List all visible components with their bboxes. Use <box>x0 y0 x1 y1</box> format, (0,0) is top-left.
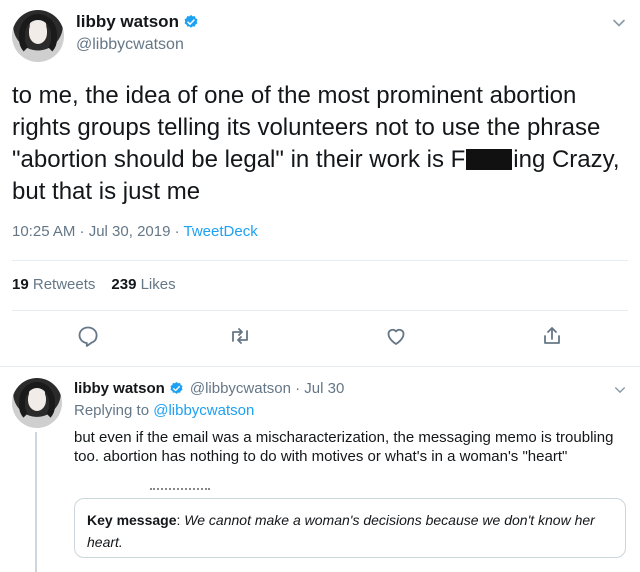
heart-icon[interactable] <box>384 324 408 348</box>
verified-badge-icon <box>170 381 183 394</box>
reply-text: but even if the email was a mischaracter… <box>74 429 614 465</box>
divider <box>12 310 628 311</box>
replying-to: Replying to @libbycwatson <box>74 402 255 419</box>
likes-stat[interactable]: 239 Likes <box>111 276 175 293</box>
thread-line <box>35 432 37 572</box>
quoted-image[interactable]: Key message: We cannot make a woman's de… <box>74 498 626 558</box>
share-icon[interactable] <box>540 324 564 348</box>
redaction-box <box>466 149 513 170</box>
display-name[interactable]: libby watson <box>76 12 179 32</box>
verified-badge-icon <box>184 15 198 28</box>
author-row: libby watson <box>76 12 199 32</box>
retweets-stat[interactable]: 19 Retweets <box>12 276 95 293</box>
chevron-down-icon[interactable] <box>614 384 626 396</box>
display-name[interactable]: libby watson <box>74 380 165 397</box>
action-bar <box>0 322 640 352</box>
chevron-down-icon[interactable] <box>612 16 626 30</box>
handle-and-date[interactable]: @libbycwatson · Jul 30 <box>190 380 344 397</box>
tweet-text: to me, the idea of one of the most promi… <box>12 82 620 205</box>
reply-tweet[interactable]: libby watson @libbycwatson · Jul 30 Repl… <box>0 368 640 572</box>
divider <box>0 366 640 367</box>
replying-to-link[interactable]: @libbycwatson <box>153 402 254 419</box>
divider <box>12 260 628 261</box>
tweet-timestamp: 10:25 AM · Jul 30, 2019 · TweetDeck <box>12 223 258 240</box>
quote-key-label: Key message <box>87 512 177 528</box>
avatar[interactable] <box>12 378 62 428</box>
source-link[interactable]: TweetDeck <box>184 223 258 240</box>
reply-author-row: libby watson @libbycwatson · Jul 30 <box>74 380 344 397</box>
retweet-icon[interactable] <box>228 324 252 348</box>
avatar[interactable] <box>12 10 64 62</box>
reply-icon[interactable] <box>76 324 100 348</box>
main-tweet: libby watson @libbycwatson to me, the id… <box>0 0 640 368</box>
cropped-text-remnant <box>150 488 210 494</box>
tweet-stats: 19 Retweets 239 Likes <box>12 276 176 293</box>
handle[interactable]: @libbycwatson <box>76 36 184 54</box>
timestamp[interactable]: 10:25 AM · Jul 30, 2019 · <box>12 223 184 240</box>
